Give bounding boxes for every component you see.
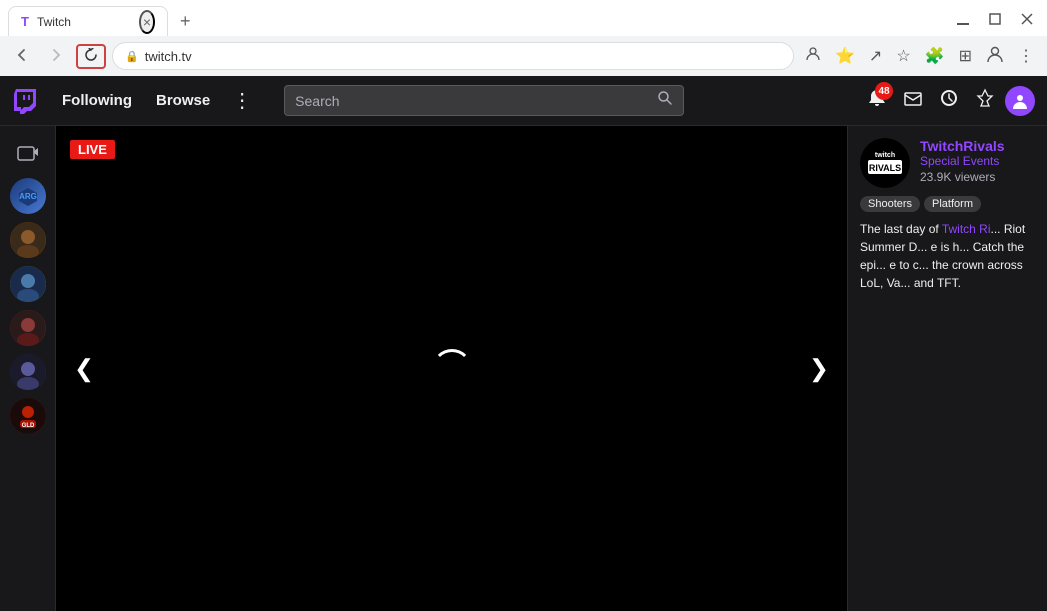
twitch-search (284, 85, 684, 116)
window-maximize-button[interactable] (983, 10, 1007, 32)
window-minimize-button[interactable] (951, 10, 975, 32)
more-nav-button[interactable]: ⋮ (224, 84, 260, 117)
next-arrow-button[interactable]: ❯ (801, 342, 837, 395)
tab-title: Twitch (37, 15, 131, 29)
content-area: LIVE ❮ ❯ twitch RIVALS (56, 126, 1047, 611)
profile-icon-button[interactable] (800, 43, 826, 70)
sidebar-channel-4[interactable] (10, 310, 46, 346)
crown-button[interactable] (969, 82, 1001, 119)
bookmark-star-button[interactable]: ⭐ (830, 43, 860, 69)
split-view-button[interactable]: ⊞ (954, 43, 977, 69)
browser-chrome: T Twitch × + 🔒 twitch (0, 0, 1047, 76)
svg-text:GLD: GLD (21, 423, 34, 429)
address-bar: 🔒 twitch.tv ⭐ ↗ ☆ 🧩 ⊞ ⋮ (0, 36, 1047, 76)
watchlist-button[interactable] (933, 82, 965, 119)
prev-arrow-button[interactable]: ❮ (66, 342, 102, 395)
twitch-logo[interactable] (12, 87, 40, 115)
twitch-app: Following Browse ⋮ 48 (0, 76, 1047, 611)
viewer-count: 23.9K viewers (920, 170, 1035, 184)
inbox-button[interactable] (897, 82, 929, 119)
bookmark-button[interactable]: ☆ (891, 43, 915, 69)
notification-count: 48 (875, 82, 893, 100)
tab-bar: T Twitch × + (0, 0, 1047, 36)
window-close-button[interactable] (1015, 10, 1039, 32)
twitch-header: Following Browse ⋮ 48 (0, 76, 1047, 126)
streamer-details: TwitchRivals Special Events 23.9K viewer… (920, 138, 1035, 184)
lock-icon: 🔒 (125, 50, 139, 63)
sidebar-channel-6[interactable]: GLD (10, 398, 46, 434)
url-bar[interactable]: 🔒 twitch.tv (112, 42, 794, 70)
active-tab[interactable]: T Twitch × (8, 6, 168, 36)
svg-text:twitch: twitch (875, 152, 895, 159)
search-button[interactable] (657, 90, 673, 111)
share-button[interactable]: ↗ (864, 43, 887, 69)
live-badge: LIVE (70, 140, 115, 159)
left-sidebar: ARG GLD (0, 126, 56, 611)
browse-nav-link[interactable]: Browse (146, 88, 220, 113)
svg-text:RIVALS: RIVALS (869, 163, 901, 173)
forward-button[interactable] (42, 43, 70, 70)
stream-description: The last day of Twitch Ri... Riot Summer… (860, 220, 1035, 292)
streamer-category[interactable]: Special Events (920, 154, 1035, 168)
notifications-button[interactable]: 48 (861, 82, 893, 119)
svg-text:ARG: ARG (19, 192, 37, 201)
sidebar-channel-3[interactable] (10, 266, 46, 302)
sidebar-channel-5[interactable] (10, 354, 46, 390)
main-content: ARG GLD LIVE ❮ (0, 126, 1047, 611)
twitch-rivals-link[interactable]: Twitch Ri (942, 222, 991, 236)
browser-menu-button[interactable]: ⋮ (1013, 43, 1039, 69)
refresh-button[interactable] (76, 44, 106, 69)
search-input[interactable] (295, 93, 649, 109)
tab-favicon: T (21, 14, 29, 29)
following-nav-link[interactable]: Following (52, 88, 142, 113)
url-text: twitch.tv (145, 49, 781, 64)
user-avatar-button[interactable] (1005, 86, 1035, 116)
sidebar-camera-icon[interactable] (10, 134, 46, 170)
video-player[interactable]: LIVE ❮ ❯ (56, 126, 847, 611)
twitch-nav: Following Browse ⋮ (52, 84, 260, 117)
tag-shooters[interactable]: Shooters (860, 196, 920, 212)
streamer-name[interactable]: TwitchRivals (920, 138, 1035, 154)
search-container[interactable] (284, 85, 684, 116)
right-panel: twitch RIVALS TwitchRivals Special Event… (847, 126, 1047, 611)
tab-close-button[interactable]: × (139, 10, 155, 34)
tags-container: Shooters Platform (860, 196, 1035, 212)
streamer-avatar: twitch RIVALS (860, 138, 910, 188)
new-tab-button[interactable]: + (172, 7, 199, 36)
extensions-button[interactable]: 🧩 (920, 43, 950, 69)
sidebar-channel-1[interactable]: ARG (10, 178, 46, 214)
sidebar-channel-2[interactable] (10, 222, 46, 258)
window-controls (951, 10, 1039, 32)
streamer-info: twitch RIVALS TwitchRivals Special Event… (860, 138, 1035, 188)
account-button[interactable] (981, 42, 1009, 71)
browser-actions: ⭐ ↗ ☆ 🧩 ⊞ ⋮ (800, 42, 1039, 71)
tag-platform[interactable]: Platform (924, 196, 981, 212)
loading-spinner (432, 349, 472, 389)
back-button[interactable] (8, 43, 36, 70)
header-icons: 48 (861, 82, 1035, 119)
